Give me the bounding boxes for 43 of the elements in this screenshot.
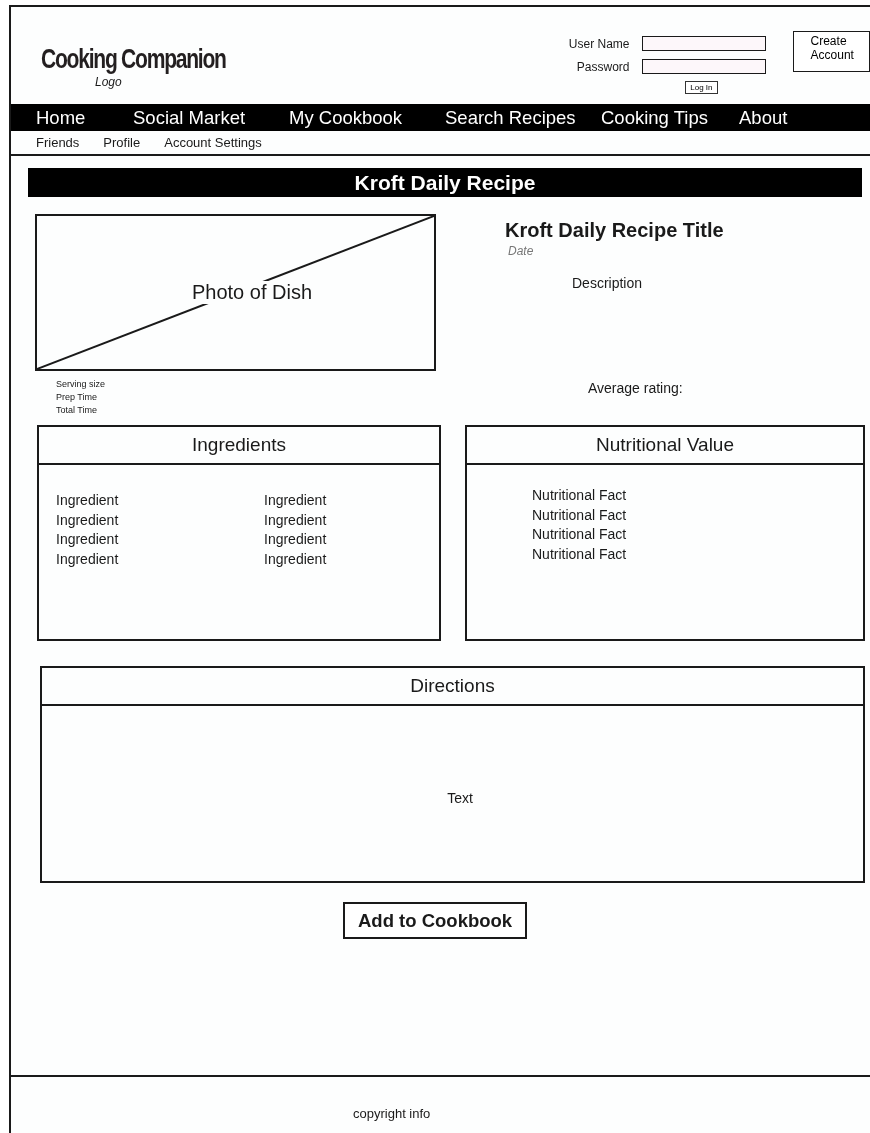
- logo-caption: Logo: [95, 75, 123, 89]
- ingredient-item: Ingredient: [56, 510, 120, 530]
- nav-link[interactable]: Social Market: [133, 106, 289, 129]
- password-field[interactable]: [641, 59, 766, 74]
- nav-link[interactable]: Home: [36, 106, 133, 129]
- directions-text: Text: [447, 790, 473, 806]
- ingredient-item: Ingredient: [56, 549, 120, 569]
- recipe-detail: Serving size: [56, 378, 107, 391]
- rating-label: Average rating:: [588, 380, 684, 396]
- nav-link[interactable]: Search Recipes: [445, 106, 601, 129]
- subnav-link[interactable]: Friends: [36, 135, 80, 150]
- nutrition-fact: Nutritional Fact: [532, 525, 628, 544]
- nutrition-fact: Nutritional Fact: [532, 505, 628, 525]
- ingredient-item: Ingredient: [264, 510, 328, 530]
- ingredient-item: Ingredient: [264, 491, 328, 510]
- panel-title: Directions: [42, 668, 863, 706]
- ingredient-item: Ingredient: [56, 491, 120, 510]
- nav-link[interactable]: About: [739, 106, 788, 129]
- login-button[interactable]: Log In: [685, 81, 718, 94]
- username-field[interactable]: [641, 36, 766, 51]
- password-label: Password: [576, 59, 630, 74]
- username-label: User Name: [568, 36, 630, 51]
- nutrition-fact: Nutritional Fact: [532, 486, 628, 505]
- ingredient-item: Ingredient: [56, 530, 120, 549]
- add-to-cookbook-button[interactable]: Add to Cookbook: [343, 902, 528, 939]
- recipe-date: Date: [508, 244, 535, 258]
- panel-title: Nutritional Value: [467, 427, 863, 465]
- logo: Cooking Companion: [41, 43, 227, 75]
- nutrition-fact: Nutritional Fact: [532, 544, 628, 564]
- copyright-text: copyright info: [353, 1106, 431, 1121]
- ingredient-item: Ingredient: [264, 549, 328, 569]
- nav-link[interactable]: Cooking Tips: [601, 106, 739, 129]
- recipe-description: Description: [572, 275, 644, 291]
- section-banner: Kroft Daily Recipe: [28, 168, 862, 197]
- create-account-button[interactable]: Create Account: [792, 31, 870, 72]
- recipe-detail: Total Time: [56, 404, 98, 417]
- subnav-link[interactable]: Profile: [103, 135, 141, 150]
- nav-link[interactable]: My Cookbook: [289, 106, 445, 129]
- recipe-detail: Prep Time: [56, 391, 98, 404]
- recipe-title: Kroft Daily Recipe Title: [505, 219, 724, 242]
- subnav-link[interactable]: Account Settings: [164, 135, 262, 150]
- ingredient-item: Ingredient: [264, 530, 328, 549]
- panel-title: Ingredients: [39, 427, 439, 465]
